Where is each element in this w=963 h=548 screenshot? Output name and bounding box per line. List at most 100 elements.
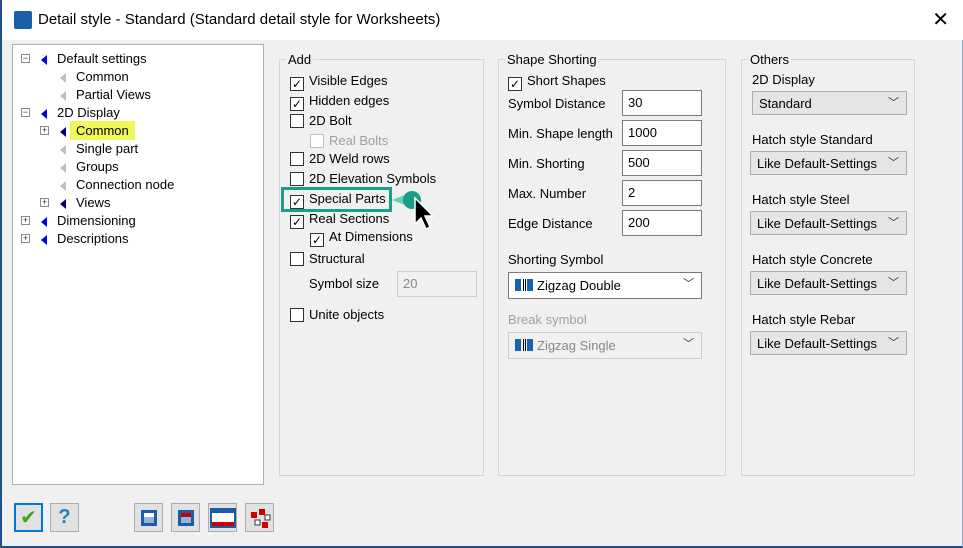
node-triangle-icon bbox=[60, 180, 66, 191]
chevron-down-icon: ﹀ bbox=[888, 97, 899, 109]
node-triangle-icon bbox=[41, 234, 47, 245]
tree-item[interactable]: Common bbox=[60, 68, 129, 86]
chevron-down-icon: ﹀ bbox=[888, 157, 899, 169]
field-label: Max. Number bbox=[508, 186, 587, 201]
tree-item[interactable]: Dimensioning bbox=[41, 212, 136, 230]
checkbox-visible-edges[interactable]: ✓ Visible Edges bbox=[290, 73, 388, 91]
checkbox-structural[interactable]: Structural bbox=[290, 251, 365, 267]
settings-tree[interactable]: − Default settings Common Partial Views − 2D … bbox=[12, 44, 264, 485]
title-bar: Detail style - Standard (Standard detail… bbox=[2, 0, 963, 40]
checkbox-real-sections[interactable]: ✓ Real Sections bbox=[290, 211, 389, 229]
settings-button[interactable] bbox=[245, 503, 274, 532]
checkbox-box[interactable] bbox=[290, 114, 304, 128]
tree-item[interactable]: Views bbox=[60, 194, 110, 212]
tree-item[interactable]: Groups bbox=[60, 158, 119, 176]
node-triangle-icon bbox=[41, 108, 47, 119]
hatch-style-concrete-select[interactable]: Like Default-Settings ﹀ bbox=[750, 271, 907, 295]
max-number-input[interactable]: 2 bbox=[622, 180, 702, 206]
min-shape-length-input[interactable]: 1000 bbox=[622, 120, 702, 146]
checkbox-box[interactable] bbox=[290, 152, 304, 166]
chevron-down-icon: ﹀ bbox=[683, 338, 694, 350]
short-shapes-checkbox[interactable]: ✓ Short Shapes bbox=[508, 73, 606, 91]
select-value: Like Default-Settings bbox=[757, 336, 877, 351]
select-value: Like Default-Settings bbox=[757, 276, 877, 291]
expand-icon[interactable]: + bbox=[21, 234, 30, 243]
shorting-symbol-select[interactable]: Zigzag Double ﹀ bbox=[508, 272, 702, 299]
tree-item[interactable]: Common bbox=[60, 121, 135, 140]
2d-display-select[interactable]: Standard ﹀ bbox=[752, 91, 907, 115]
save-button[interactable] bbox=[134, 503, 163, 532]
edge-distance-input[interactable]: 200 bbox=[622, 210, 702, 236]
tree-item-label: Dimensioning bbox=[57, 213, 136, 228]
hatch-style-steel-select[interactable]: Like Default-Settings ﹀ bbox=[750, 211, 907, 235]
unite-objects-checkbox[interactable]: Unite objects bbox=[290, 307, 384, 323]
symbol-size-label: Symbol size bbox=[309, 276, 380, 291]
tree-item[interactable]: 2D Display bbox=[41, 104, 120, 122]
question-icon: ? bbox=[58, 506, 71, 528]
zigzag-double-icon bbox=[515, 279, 533, 291]
hatch-style-standard-select[interactable]: Like Default-Settings ﹀ bbox=[750, 151, 907, 175]
break-symbol-select[interactable]: Zigzag Single ﹀ bbox=[508, 332, 702, 359]
add-group-title: Add bbox=[286, 52, 314, 67]
checkbox-label: Short Shapes bbox=[527, 73, 606, 88]
checkbox-box[interactable]: ✓ bbox=[290, 77, 304, 91]
tree-item[interactable]: Partial Views bbox=[60, 86, 151, 104]
tree-item[interactable]: Connection node bbox=[60, 176, 174, 194]
ok-button[interactable]: ✔ bbox=[14, 503, 43, 532]
tree-item-label: Common bbox=[70, 121, 135, 140]
checkbox-real-bolts[interactable]: Real Bolts bbox=[310, 133, 388, 149]
select-value: Standard bbox=[759, 96, 812, 111]
hatch-style-rebar-select[interactable]: Like Default-Settings ﹀ bbox=[750, 331, 907, 355]
checkbox-box[interactable] bbox=[290, 308, 304, 322]
chevron-down-icon: ﹀ bbox=[888, 277, 899, 289]
tree-item[interactable]: Default settings bbox=[41, 50, 147, 68]
tree-item[interactable]: Descriptions bbox=[41, 230, 129, 248]
collapse-icon[interactable]: − bbox=[21, 54, 30, 63]
tree-item-label: Connection node bbox=[76, 177, 175, 192]
checkbox-label: Hidden edges bbox=[309, 93, 390, 108]
expand-icon[interactable]: + bbox=[40, 198, 49, 207]
symbol-distance-input[interactable]: 30 bbox=[622, 90, 702, 116]
select-value: Like Default-Settings bbox=[757, 216, 877, 231]
checkbox-label: Visible Edges bbox=[309, 73, 388, 88]
field-label: Symbol Distance bbox=[508, 96, 606, 111]
tree-item-label: Default settings bbox=[57, 51, 147, 66]
checkbox-hidden-edges[interactable]: ✓ Hidden edges bbox=[290, 93, 389, 111]
checkbox-box[interactable]: ✓ bbox=[290, 215, 304, 229]
floppy-red-icon bbox=[177, 509, 194, 526]
expand-icon[interactable]: + bbox=[40, 126, 49, 135]
help-button[interactable]: ? bbox=[50, 503, 79, 532]
checkbox-2d-weld-rows[interactable]: 2D Weld rows bbox=[290, 151, 390, 167]
app-icon bbox=[14, 11, 32, 29]
symbol-size-input[interactable]: 20 bbox=[397, 271, 477, 297]
checkbox-box[interactable] bbox=[290, 172, 304, 186]
field-label: Min. Shorting bbox=[508, 156, 585, 171]
checkbox-box[interactable]: ✓ bbox=[290, 97, 304, 111]
checkbox-label: 2D Bolt bbox=[309, 113, 352, 128]
close-button[interactable]: ✕ bbox=[932, 7, 949, 32]
checkbox-2d-elevation-symbols[interactable]: 2D Elevation Symbols bbox=[290, 171, 436, 187]
checkbox-box[interactable]: ✓ bbox=[508, 77, 522, 91]
checkbox-2d-bolt[interactable]: 2D Bolt bbox=[290, 113, 352, 129]
checkbox-box[interactable] bbox=[290, 252, 304, 266]
node-triangle-icon bbox=[60, 90, 66, 101]
tree-item-label: 2D Display bbox=[57, 105, 120, 120]
min-shorting-input[interactable]: 500 bbox=[622, 150, 702, 176]
dialog-window: Detail style - Standard (Standard detail… bbox=[0, 0, 963, 548]
collapse-icon[interactable]: − bbox=[21, 108, 30, 117]
tree-item-label: Views bbox=[76, 195, 111, 210]
tree-item-label: Descriptions bbox=[57, 231, 129, 246]
zigzag-single-icon bbox=[515, 339, 533, 351]
select-value: Zigzag Double bbox=[537, 278, 621, 293]
field-label: Edge Distance bbox=[508, 216, 593, 231]
save-as-button[interactable] bbox=[171, 503, 200, 532]
checkbox-box[interactable]: ✓ bbox=[310, 233, 324, 247]
load-button[interactable] bbox=[208, 503, 237, 532]
others-label: Hatch style Concrete bbox=[752, 252, 873, 267]
node-triangle-icon bbox=[60, 126, 66, 137]
tree-item[interactable]: Single part bbox=[60, 140, 138, 158]
checkbox-box[interactable] bbox=[310, 134, 324, 148]
checkbox-label: Unite objects bbox=[309, 307, 385, 322]
expand-icon[interactable]: + bbox=[21, 216, 30, 225]
node-triangle-icon bbox=[41, 216, 47, 227]
